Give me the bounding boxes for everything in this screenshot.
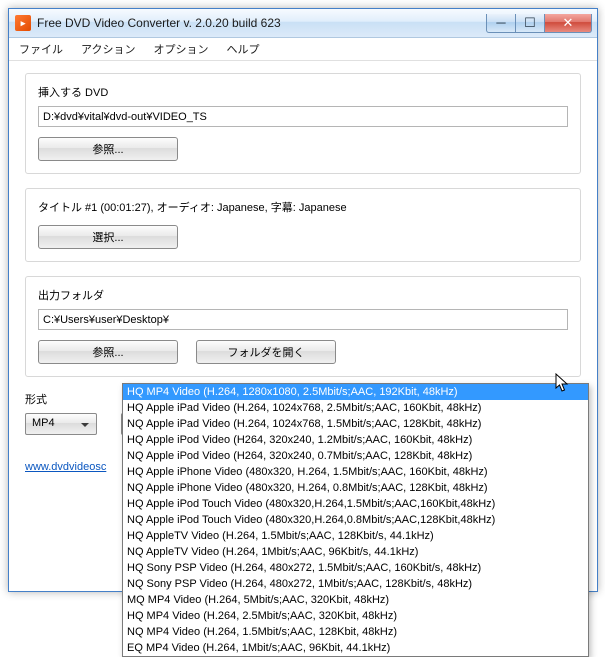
window-title: Free DVD Video Converter v. 2.0.20 build… bbox=[37, 16, 281, 30]
output-folder-label: 出力フォルダ bbox=[38, 287, 568, 303]
preset-option[interactable]: HQ Apple iPod Video (H264, 320x240, 1.2M… bbox=[123, 432, 588, 448]
preset-option[interactable]: HQ AppleTV Video (H.264, 1.5Mbit/s;AAC, … bbox=[123, 528, 588, 544]
menu-action[interactable]: アクション bbox=[81, 41, 135, 57]
preset-dropdown-list[interactable]: HQ MP4 Video (H.264, 1280x1080, 2.5Mbit/… bbox=[122, 383, 589, 657]
maximize-button[interactable]: ☐ bbox=[516, 14, 545, 33]
dvd-path-input[interactable] bbox=[38, 106, 568, 127]
browse-dvd-button[interactable]: 参照... bbox=[38, 137, 178, 161]
preset-option[interactable]: HQ Apple iPhone Video (480x320, H.264, 1… bbox=[123, 464, 588, 480]
preset-option[interactable]: NQ MP4 Video (H.264, 1.5Mbit/s;AAC, 128K… bbox=[123, 624, 588, 640]
preset-option[interactable]: HQ Apple iPad Video (H.264, 1024x768, 2.… bbox=[123, 400, 588, 416]
app-icon: ▸ bbox=[15, 15, 31, 31]
preset-option[interactable]: NQ Sony PSP Video (H.264, 480x272, 1Mbit… bbox=[123, 576, 588, 592]
close-button[interactable]: ✕ bbox=[545, 14, 592, 33]
format-label: 形式 bbox=[25, 391, 97, 407]
output-path-input[interactable] bbox=[38, 309, 568, 330]
title-info-text: タイトル #1 (00:01:27), オーディオ: Japanese, 字幕:… bbox=[38, 199, 568, 215]
preset-option[interactable]: NQ Apple iPhone Video (480x320, H.264, 0… bbox=[123, 480, 588, 496]
title-group: タイトル #1 (00:01:27), オーディオ: Japanese, 字幕:… bbox=[25, 188, 581, 262]
preset-option[interactable]: HQ Sony PSP Video (H.264, 480x272, 1.5Mb… bbox=[123, 560, 588, 576]
menu-options[interactable]: オプション bbox=[153, 41, 208, 57]
insert-dvd-group: 挿入する DVD 参照... bbox=[25, 73, 581, 174]
format-combo[interactable]: MP4 bbox=[25, 413, 97, 435]
open-folder-button[interactable]: フォルダを開く bbox=[196, 340, 336, 364]
titlebar[interactable]: ▸ Free DVD Video Converter v. 2.0.20 bui… bbox=[9, 9, 597, 38]
preset-option[interactable]: NQ AppleTV Video (H.264, 1Mbit/s;AAC, 96… bbox=[123, 544, 588, 560]
menu-help[interactable]: ヘルプ bbox=[226, 41, 259, 57]
preset-option[interactable]: NQ Apple iPod Video (H264, 320x240, 0.7M… bbox=[123, 448, 588, 464]
minimize-button[interactable]: ─ bbox=[486, 14, 516, 33]
preset-option[interactable]: NQ Apple iPad Video (H.264, 1024x768, 1.… bbox=[123, 416, 588, 432]
browse-output-button[interactable]: 参照... bbox=[38, 340, 178, 364]
menu-file[interactable]: ファイル bbox=[19, 41, 63, 57]
insert-dvd-label: 挿入する DVD bbox=[38, 84, 568, 100]
preset-option[interactable]: HQ MP4 Video (H.264, 2.5Mbit/s;AAC, 320K… bbox=[123, 608, 588, 624]
preset-option[interactable]: HQ MP4 Video (H.264, 1280x1080, 2.5Mbit/… bbox=[123, 384, 588, 400]
preset-option[interactable]: HQ Apple iPod Touch Video (480x320,H.264… bbox=[123, 496, 588, 512]
select-title-button[interactable]: 選択... bbox=[38, 225, 178, 249]
preset-option[interactable]: NQ Apple iPod Touch Video (480x320,H.264… bbox=[123, 512, 588, 528]
preset-option[interactable]: EQ MP4 Video (H.264, 1Mbit/s;AAC, 96Kbit… bbox=[123, 640, 588, 656]
preset-option[interactable]: MQ MP4 Video (H.264, 5Mbit/s;AAC, 320Kbi… bbox=[123, 592, 588, 608]
website-link[interactable]: www.dvdvideosc bbox=[25, 461, 106, 473]
menubar: ファイル アクション オプション ヘルプ bbox=[9, 38, 597, 61]
output-group: 出力フォルダ 参照... フォルダを開く bbox=[25, 276, 581, 377]
